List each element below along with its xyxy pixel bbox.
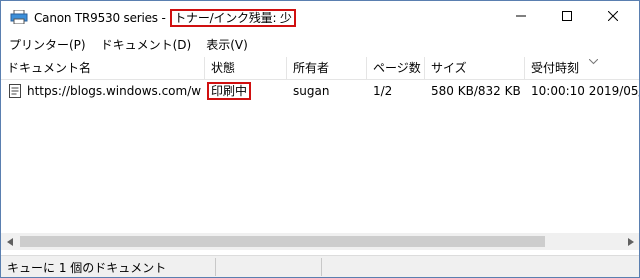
menu-document[interactable]: ドキュメント(D) (93, 36, 199, 53)
table-row[interactable]: https://blogs.windows.com/wi... 印刷中 suga… (1, 81, 639, 101)
column-owner[interactable]: 所有者 (287, 57, 367, 79)
minimize-button[interactable] (498, 1, 544, 33)
scroll-right-button[interactable] (622, 233, 639, 250)
print-queue-window: Canon TR9530 series - トナー/インク残量: 少 プリンター… (0, 0, 640, 278)
document-status-cell: 印刷中 (207, 81, 285, 101)
document-name: https://blogs.windows.com/wi... (27, 84, 201, 98)
maximize-button[interactable] (544, 1, 590, 33)
list-header: ドキュメント名 状態 所有者 ページ数 サイズ 受付時刻 (1, 57, 639, 80)
window-title: Canon TR9530 series - トナー/インク残量: 少 (34, 9, 296, 27)
column-pages[interactable]: ページ数 (367, 57, 425, 79)
horizontal-scrollbar[interactable] (1, 233, 639, 250)
minimize-icon (516, 10, 526, 24)
column-document-name[interactable]: ドキュメント名 (1, 57, 205, 79)
ink-level-status: トナー/インク残量: 少 (170, 9, 296, 27)
document-pages: 1/2 (373, 84, 393, 98)
document-icon (9, 84, 21, 98)
menu-bar: プリンター(P) ドキュメント(D) 表示(V) (1, 33, 639, 55)
queue-count-text: キューに 1 個のドキュメント (7, 261, 167, 275)
document-size: 580 KB/832 KB (431, 84, 521, 98)
status-bar: キューに 1 個のドキュメント (1, 255, 639, 277)
menu-view[interactable]: 表示(V) (198, 36, 255, 53)
document-submitted-time: 10:00:10 2019/05/01 (531, 84, 639, 98)
column-submitted[interactable]: 受付時刻 (525, 57, 639, 79)
close-icon (607, 10, 619, 24)
document-owner: sugan (293, 84, 330, 98)
column-status[interactable]: 状態 (205, 57, 287, 79)
printing-status: 印刷中 (207, 82, 252, 100)
window-title-text: Canon TR9530 series - (34, 11, 170, 25)
status-divider (321, 258, 322, 276)
close-button[interactable] (590, 1, 636, 33)
menu-printer[interactable]: プリンター(P) (1, 36, 93, 53)
scroll-left-button[interactable] (1, 233, 18, 250)
printer-icon (10, 9, 28, 25)
status-divider (215, 258, 216, 276)
scroll-thumb[interactable] (20, 236, 545, 247)
column-size[interactable]: サイズ (425, 57, 525, 79)
maximize-icon (562, 10, 572, 24)
title-bar: Canon TR9530 series - トナー/インク残量: 少 (1, 1, 639, 33)
